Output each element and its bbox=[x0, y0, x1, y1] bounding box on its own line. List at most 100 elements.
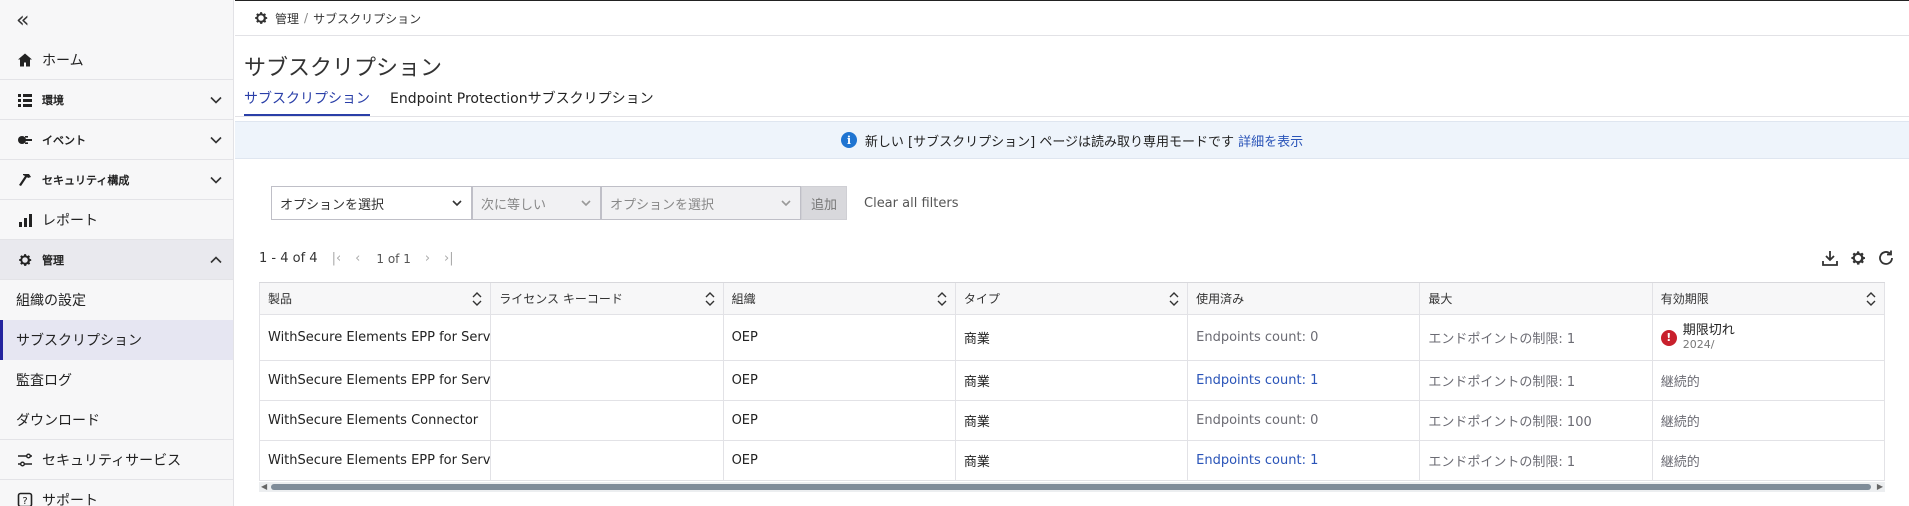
cell-license-key bbox=[491, 441, 724, 480]
sliders-icon bbox=[16, 451, 34, 469]
header-label: タイプ bbox=[963, 292, 1000, 306]
endpoints-count-link[interactable]: Endpoints count: 1 bbox=[1196, 373, 1318, 388]
sidebar-subitem-subscriptions[interactable]: サブスクリプション bbox=[0, 320, 233, 360]
cell-expiry: 継続的 bbox=[1653, 401, 1885, 440]
collapse-sidebar-icon[interactable]: « bbox=[16, 10, 29, 32]
sidebar-item-environment[interactable]: 環境 bbox=[0, 80, 233, 120]
chevron-up-icon bbox=[210, 256, 222, 264]
cell-max: エンドポイントの制限: 1 bbox=[1420, 315, 1653, 360]
nav: ホーム 環境 イベント セキュリティ構成 レポート 管理 組織の設定 サブスクリ… bbox=[0, 40, 233, 506]
column-header-type[interactable]: タイプ bbox=[956, 283, 1189, 314]
tab-subscriptions[interactable]: サブスクリプション bbox=[244, 88, 370, 116]
prev-page-icon[interactable]: ‹ bbox=[355, 251, 360, 266]
cell-license-key bbox=[491, 315, 724, 360]
filter-value-value: オプションを選択 bbox=[610, 197, 715, 213]
header-label: ライセンス キーコード bbox=[499, 292, 623, 306]
cell-license-key bbox=[491, 361, 724, 400]
sidebar-item-reports[interactable]: レポート bbox=[0, 200, 233, 240]
cell-organization: OEP bbox=[724, 361, 956, 400]
sort-icon bbox=[1169, 292, 1179, 306]
scroll-right-icon[interactable]: ▶ bbox=[1877, 482, 1883, 492]
clear-all-filters-button[interactable]: Clear all filters bbox=[864, 196, 958, 211]
expiry-date: 2024/ bbox=[1682, 337, 1715, 351]
sidebar-item-home[interactable]: ホーム bbox=[0, 40, 233, 80]
error-icon: ! bbox=[1660, 329, 1677, 346]
sidebar-subitem-org-settings[interactable]: 組織の設定 bbox=[0, 280, 233, 320]
column-header-expiry[interactable]: 有効期限 bbox=[1653, 283, 1885, 314]
endpoints-count-link[interactable]: Endpoints count: 1 bbox=[1196, 453, 1318, 468]
sort-icon bbox=[705, 292, 715, 306]
last-page-icon[interactable]: ›| bbox=[444, 251, 454, 266]
cell-license-key bbox=[491, 401, 724, 440]
sidebar-item-label: イベント bbox=[42, 133, 86, 147]
chevron-down-icon bbox=[581, 200, 591, 207]
cell-type: 商業 bbox=[956, 361, 1189, 400]
settings-gear-icon[interactable] bbox=[1849, 249, 1867, 267]
filter-field-select[interactable]: オプションを選択 bbox=[271, 186, 472, 220]
refresh-icon[interactable] bbox=[1877, 249, 1895, 267]
column-header-organization[interactable]: 組織 bbox=[724, 283, 956, 314]
cell-organization: OEP bbox=[724, 315, 956, 360]
breadcrumb-current: サブスクリプション bbox=[313, 11, 422, 26]
subscriptions-table: 製品 ライセンス キーコード 組織 タイプ 使用済み 最大 有効期限 WithS… bbox=[259, 282, 1885, 481]
info-icon: i bbox=[840, 132, 857, 148]
sidebar-item-label: ホーム bbox=[42, 52, 84, 69]
hammer-icon bbox=[16, 171, 34, 189]
filter-value-select[interactable]: オプションを選択 bbox=[601, 186, 801, 220]
chevron-down-icon bbox=[210, 136, 222, 144]
cell-type: 商業 bbox=[956, 315, 1189, 360]
banner-text: 新しい [サブスクリプション] ページは読み取り専用モードです bbox=[864, 134, 1235, 150]
table-row[interactable]: WithSecure Elements EPP for Serve OEP 商業… bbox=[259, 315, 1885, 361]
breadcrumb: 管理 / サブスクリプション bbox=[235, 0, 1909, 36]
header-label: 最大 bbox=[1428, 292, 1453, 306]
scroll-left-icon[interactable]: ◀ bbox=[261, 482, 267, 492]
table-row[interactable]: WithSecure Elements Connector OEP 商業 End… bbox=[259, 401, 1885, 441]
bar-chart-icon bbox=[16, 211, 34, 229]
help-icon: ? bbox=[16, 491, 34, 506]
gear-icon bbox=[255, 12, 268, 24]
scrollbar-thumb[interactable] bbox=[271, 484, 1871, 490]
page-title: サブスクリプション bbox=[244, 56, 443, 81]
pagination: 1 - 4 of 4 |‹ ‹ 1 of 1 › ›| bbox=[259, 251, 454, 266]
filter-field-value: オプションを選択 bbox=[280, 197, 385, 213]
download-icon[interactable] bbox=[1821, 249, 1839, 267]
sidebar-item-security-services[interactable]: セキュリティサービス bbox=[0, 440, 233, 480]
table-header-row: 製品 ライセンス キーコード 組織 タイプ 使用済み 最大 有効期限 bbox=[259, 283, 1885, 315]
cell-max: エンドポイントの制限: 100 bbox=[1420, 401, 1653, 440]
sidebar-item-label: 管理 bbox=[42, 253, 64, 267]
horizontal-scrollbar[interactable]: ◀ ▶ bbox=[259, 482, 1885, 492]
column-header-used: 使用済み bbox=[1188, 283, 1421, 314]
add-filter-button[interactable]: 追加 bbox=[801, 186, 847, 220]
cell-organization: OEP bbox=[724, 401, 956, 440]
filter-bar: オプションを選択 次に等しい オプションを選択 追加 Clear all fil… bbox=[271, 186, 958, 220]
cell-type: 商業 bbox=[956, 441, 1189, 480]
chevron-down-icon bbox=[210, 176, 222, 184]
cell-type: 商業 bbox=[956, 401, 1189, 440]
sidebar-subitem-audit-log[interactable]: 監査ログ bbox=[0, 360, 233, 400]
pagination-range: 1 - 4 of 4 bbox=[259, 251, 318, 266]
header-label: 有効期限 bbox=[1660, 292, 1709, 306]
banner-details-link[interactable]: 詳細を表示 bbox=[1238, 131, 1303, 150]
filter-operator-select[interactable]: 次に等しい bbox=[472, 186, 601, 220]
cell-used: Endpoints count: 1 bbox=[1188, 441, 1421, 480]
table-row[interactable]: WithSecure Elements EPP for Serve OEP 商業… bbox=[259, 361, 1885, 401]
sidebar-subitem-downloads[interactable]: ダウンロード bbox=[0, 400, 233, 440]
tab-endpoint-protection-subscriptions[interactable]: Endpoint Protectionサブスクリプション bbox=[390, 88, 654, 116]
breadcrumb-root[interactable]: 管理 bbox=[275, 10, 299, 27]
breadcrumb-separator: / bbox=[304, 11, 309, 25]
column-header-product[interactable]: 製品 bbox=[259, 283, 492, 314]
first-page-icon[interactable]: |‹ bbox=[332, 251, 342, 266]
sidebar-item-support[interactable]: ? サポート bbox=[0, 480, 233, 506]
sidebar-item-label: サポート bbox=[42, 492, 98, 506]
cell-product: WithSecure Elements EPP for Serve bbox=[259, 361, 492, 400]
gear-icon bbox=[16, 251, 34, 269]
sidebar-item-security-config[interactable]: セキュリティ構成 bbox=[0, 160, 233, 200]
cell-expiry: 継続的 bbox=[1653, 361, 1885, 400]
main-content: 管理 / サブスクリプション サブスクリプション サブスクリプション Endpo… bbox=[235, 0, 1909, 506]
home-icon bbox=[16, 51, 34, 69]
sidebar-item-events[interactable]: イベント bbox=[0, 120, 233, 160]
column-header-license-key[interactable]: ライセンス キーコード bbox=[491, 283, 724, 314]
table-row[interactable]: WithSecure Elements EPP for Serve OEP 商業… bbox=[259, 441, 1885, 481]
next-page-icon[interactable]: › bbox=[425, 251, 430, 266]
sidebar-item-admin[interactable]: 管理 bbox=[0, 240, 233, 280]
